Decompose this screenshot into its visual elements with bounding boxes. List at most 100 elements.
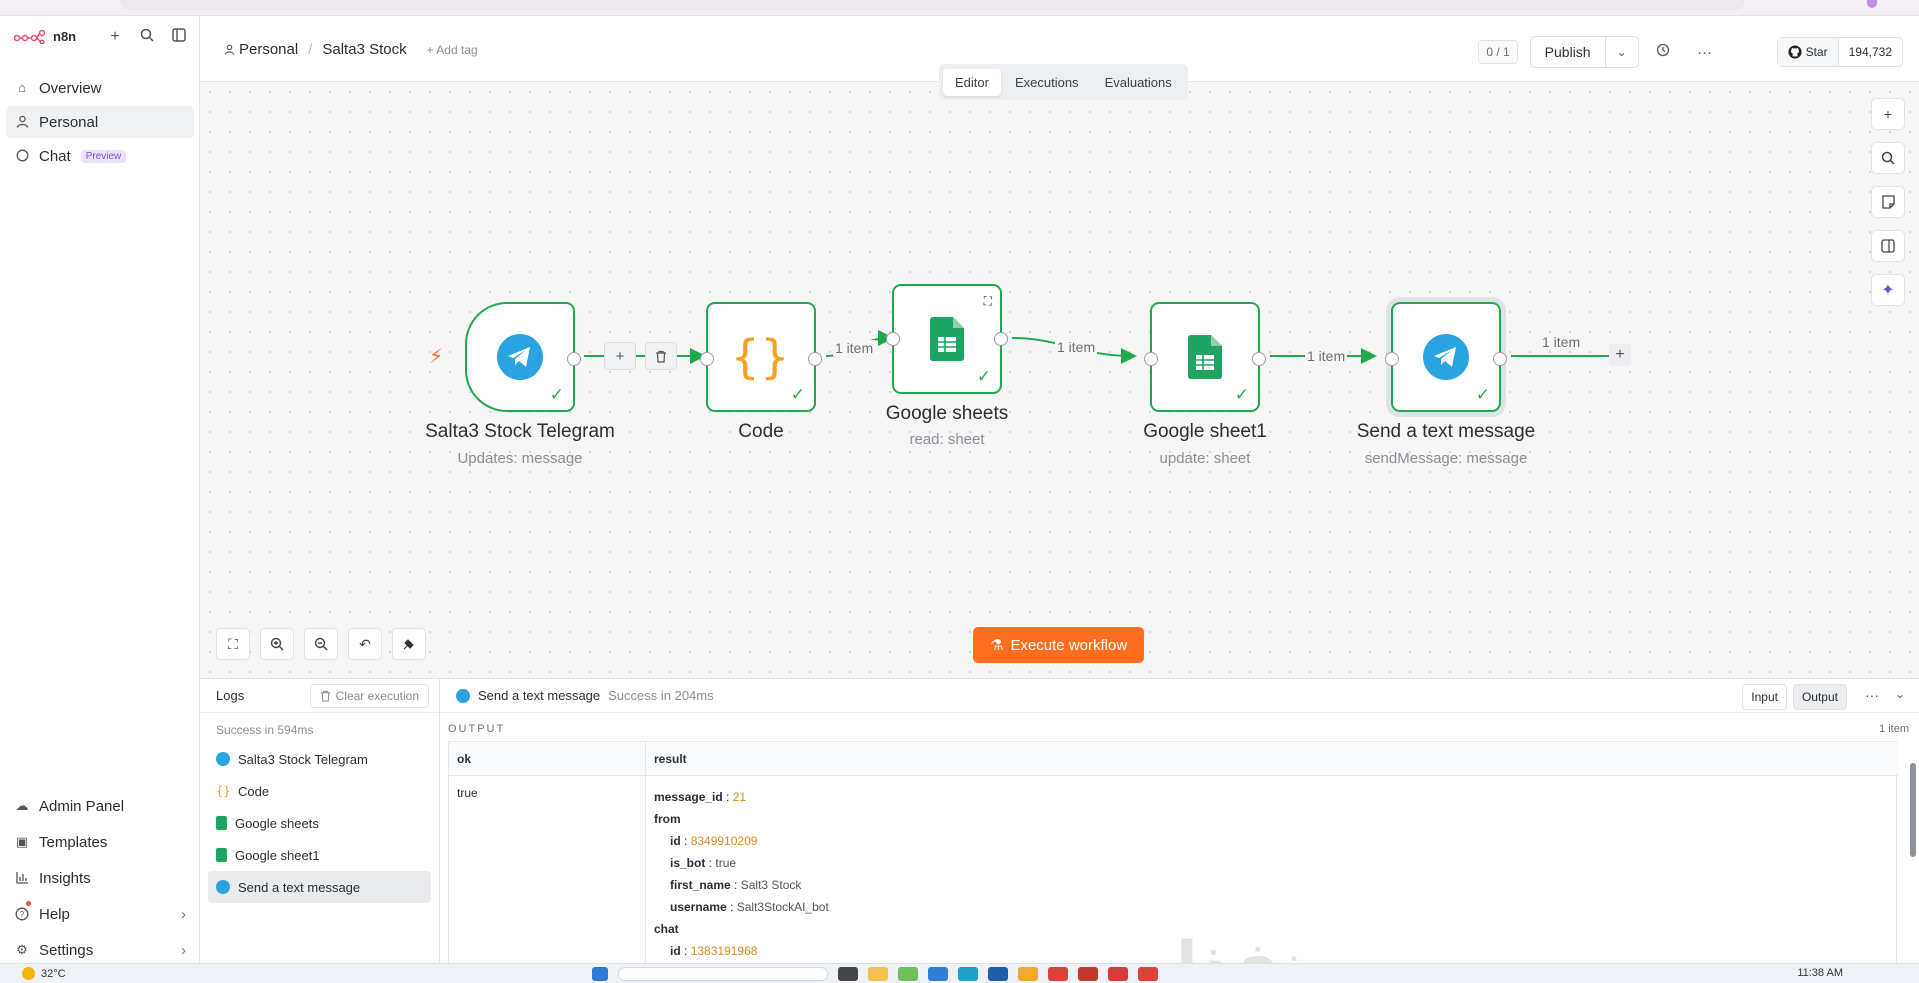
output-handle[interactable]	[808, 352, 822, 366]
output-handle[interactable]	[567, 352, 581, 366]
result-row-is-bot: is_bot : true	[670, 856, 737, 870]
execute-workflow-button[interactable]: ⚗ Execute workflow	[973, 627, 1145, 663]
nav-item-help[interactable]: ? Help ›	[6, 897, 194, 931]
input-handle[interactable]	[1385, 352, 1399, 366]
log-item-salta3-stock-telegram[interactable]: Salta3 Stock Telegram	[208, 743, 431, 775]
google-sheets-icon	[930, 317, 964, 361]
more-options-icon[interactable]: ···	[1687, 44, 1723, 61]
os-taskbar: 32°C 11:38 AM	[0, 963, 1919, 983]
search-icon[interactable]	[1871, 142, 1905, 174]
workflow-name[interactable]: Salta3 Stock	[322, 41, 406, 58]
ok-value: true	[457, 786, 478, 800]
input-handle[interactable]	[886, 332, 900, 346]
zoom-out-icon[interactable]	[304, 628, 338, 660]
log-item-code[interactable]: {} Code	[208, 775, 431, 807]
publish-button[interactable]: Publish	[1531, 37, 1606, 67]
history-icon[interactable]	[1645, 43, 1681, 61]
app-icon[interactable]	[1018, 967, 1038, 981]
output-panel: Send a text message Success in 204ms Inp…	[440, 679, 1919, 983]
ai-sparkle-icon[interactable]: ✦	[1871, 274, 1905, 306]
github-star-widget[interactable]: Star 194,732	[1776, 37, 1903, 67]
output-scrollbar[interactable]	[1909, 749, 1917, 959]
chevron-down-icon[interactable]: ⌄	[1606, 45, 1638, 59]
nav-item-chat[interactable]: Chat Preview	[6, 140, 194, 172]
log-item-google-sheet1[interactable]: Google sheet1	[208, 839, 431, 871]
breadcrumb-separator: /	[308, 41, 313, 58]
fit-view-icon[interactable]: ⛶	[216, 628, 250, 660]
panel-toggle-icon[interactable]	[1871, 230, 1905, 262]
nav-item-templates[interactable]: ▣ Templates	[6, 825, 194, 859]
cell-ok: true	[449, 776, 646, 966]
result-row-first-name: first_name : Salt3 Stock	[670, 878, 802, 892]
add-node-icon[interactable]: +	[1871, 98, 1905, 130]
undo-icon[interactable]: ↶	[348, 628, 382, 660]
bottom-nav: ☁ Admin Panel ▣ Templates Insights ? Hel…	[6, 789, 194, 969]
breadcrumb-project[interactable]: Personal	[224, 41, 298, 58]
node-salta3-stock-telegram[interactable]: ✓	[465, 302, 581, 412]
input-handle[interactable]	[700, 352, 714, 366]
execute-workflow-label: Execute workflow	[1010, 636, 1128, 654]
tab-evaluations[interactable]: Evaluations	[1093, 69, 1184, 96]
clear-execution-button[interactable]: Clear execution	[309, 683, 429, 708]
edge-icon[interactable]	[958, 967, 978, 981]
n8n-logo-icon	[14, 29, 45, 44]
add-icon[interactable]: +	[107, 28, 123, 47]
output-handle[interactable]	[994, 332, 1008, 346]
github-star-button[interactable]: Star	[1777, 38, 1839, 66]
log-item-label: Google sheet1	[235, 847, 320, 863]
nav-item-settings[interactable]: ⚙ Settings ›	[6, 933, 194, 967]
help-icon: ?	[15, 907, 29, 921]
app-icon[interactable]	[1078, 967, 1098, 981]
browser-address-bar[interactable]	[120, 0, 1745, 10]
edge-item-count: 1 item	[833, 340, 876, 356]
collapse-sidebar-icon[interactable]	[171, 28, 187, 47]
tab-executions[interactable]: Executions	[1003, 69, 1091, 96]
add-node-end-button[interactable]: +	[1609, 344, 1631, 366]
app-icon[interactable]	[838, 967, 858, 981]
nav-item-overview[interactable]: ⌂ Overview	[6, 72, 194, 104]
more-options-icon[interactable]: ···	[1865, 687, 1879, 703]
workflow-canvas[interactable]: ⚡ ✓ Salta3 Stock Telegram Updates: messa…	[200, 82, 1919, 678]
sticky-note-icon[interactable]	[1871, 186, 1905, 218]
tab-editor[interactable]: Editor	[943, 68, 1001, 96]
zoom-in-icon[interactable]	[260, 628, 294, 660]
node-google-sheet1[interactable]: ✓	[1144, 302, 1266, 412]
browser-profile-icon[interactable]	[1867, 0, 1877, 8]
nav-item-insights[interactable]: Insights	[6, 861, 194, 895]
node-code[interactable]: {} ✓	[700, 302, 822, 412]
app-icon[interactable]	[988, 967, 1008, 981]
input-handle[interactable]	[1144, 352, 1158, 366]
log-item-label: Code	[238, 783, 270, 799]
chart-icon	[15, 871, 29, 885]
chrome-icon[interactable]	[1048, 967, 1068, 981]
weather-widget[interactable]: 32°C	[22, 967, 66, 980]
add-node-button[interactable]: +	[604, 342, 636, 370]
taskbar-search[interactable]	[618, 967, 828, 981]
app-icon[interactable]	[898, 967, 918, 981]
node-google-sheets[interactable]: ⛶ ✓	[886, 284, 1008, 394]
user-icon	[224, 44, 235, 55]
input-toggle-button[interactable]: Input	[1742, 684, 1787, 710]
app-icon[interactable]	[1108, 967, 1128, 981]
result-row-from: from	[654, 812, 681, 826]
nav-item-admin-panel[interactable]: ☁ Admin Panel	[6, 789, 194, 823]
folder-icon[interactable]	[868, 967, 888, 981]
output-toggle-button[interactable]: Output	[1792, 684, 1847, 710]
collapse-panel-icon[interactable]: ⌄	[1895, 687, 1905, 701]
node-send-a-text-message[interactable]: ✓	[1385, 302, 1507, 412]
start-icon[interactable]	[592, 967, 608, 981]
output-handle[interactable]	[1252, 352, 1266, 366]
log-item-send-a-text-message[interactable]: Send a text message	[208, 871, 431, 903]
tidy-up-icon[interactable]	[392, 628, 426, 660]
app-icon[interactable]	[1138, 967, 1158, 981]
brand[interactable]: n8n	[14, 29, 76, 44]
nav-item-personal[interactable]: Personal	[6, 106, 194, 138]
add-tag-link[interactable]: + Add tag	[427, 43, 478, 57]
search-icon[interactable]	[139, 28, 155, 47]
pin-icon[interactable]: ⛶	[984, 294, 992, 309]
delete-connection-button[interactable]	[645, 342, 677, 370]
log-item-google-sheets[interactable]: Google sheets	[208, 807, 431, 839]
clock: 11:38 AM	[1797, 967, 1843, 979]
output-handle[interactable]	[1493, 352, 1507, 366]
app-icon[interactable]	[928, 967, 948, 981]
